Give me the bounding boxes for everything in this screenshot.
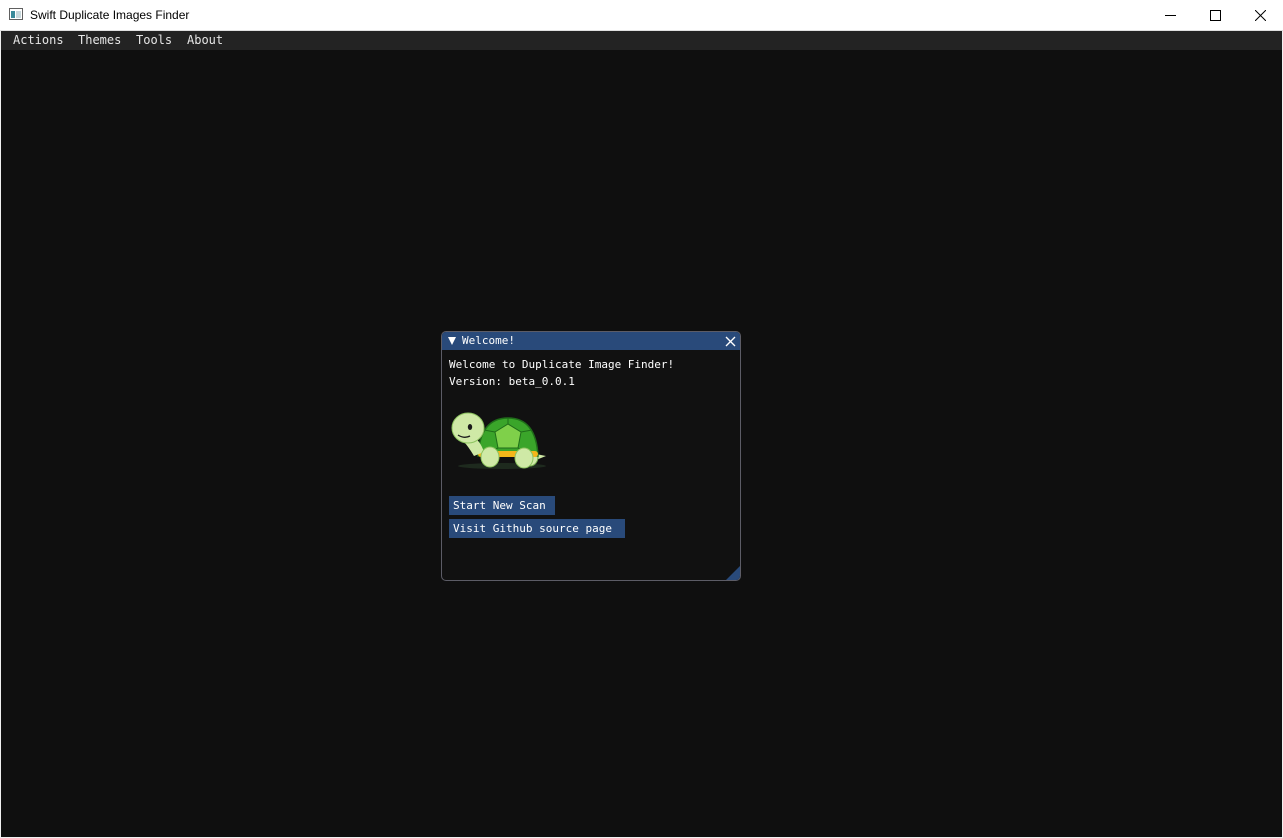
visit-github-button[interactable]: Visit Github source page [449, 519, 625, 538]
version-label: Version: beta_0.0.1 [449, 375, 575, 388]
maximize-icon [1210, 10, 1221, 21]
menubar: Actions Themes Tools About [1, 31, 1282, 50]
collapse-arrow-icon[interactable] [448, 337, 456, 345]
window-titlebar: Swift Duplicate Images Finder [0, 0, 1283, 31]
close-icon [1255, 10, 1266, 21]
welcome-window: Welcome! Welcome to Duplicate Image Find… [441, 331, 741, 581]
resize-grip-icon[interactable] [726, 566, 740, 580]
welcome-title: Welcome! [462, 334, 515, 347]
menu-themes[interactable]: Themes [78, 31, 121, 50]
menu-actions[interactable]: Actions [13, 31, 64, 50]
minimize-icon [1165, 15, 1176, 16]
app-icon [9, 8, 23, 20]
main-viewport: Actions Themes Tools About Welcome! Welc… [1, 31, 1282, 837]
turtle-logo [451, 412, 546, 469]
close-button[interactable] [1238, 0, 1283, 31]
welcome-titlebar[interactable]: Welcome! [442, 332, 740, 350]
menu-about[interactable]: About [187, 31, 223, 50]
start-new-scan-button[interactable]: Start New Scan [449, 496, 555, 515]
menu-tools[interactable]: Tools [136, 31, 172, 50]
close-icon[interactable] [725, 336, 736, 347]
welcome-message: Welcome to Duplicate Image Finder! [449, 358, 675, 371]
window-title: Swift Duplicate Images Finder [30, 8, 190, 22]
minimize-button[interactable] [1148, 0, 1194, 31]
maximize-button[interactable] [1193, 0, 1239, 31]
